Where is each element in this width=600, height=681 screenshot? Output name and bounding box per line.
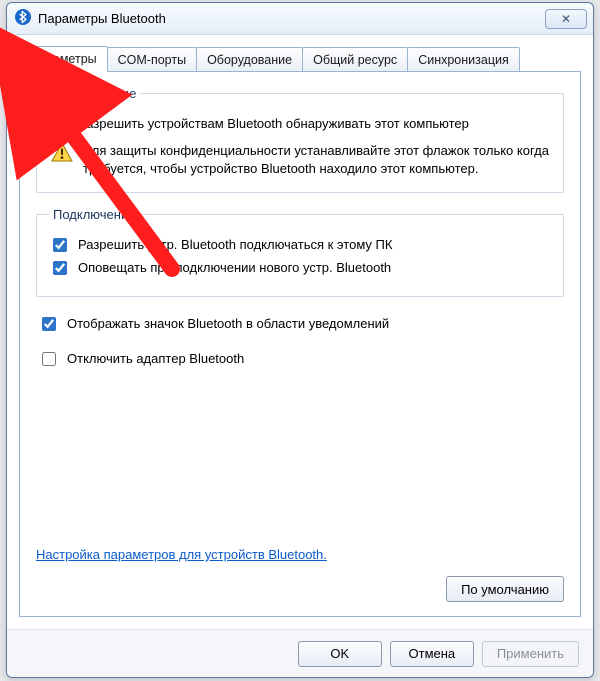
warning-icon (51, 142, 73, 165)
bluetooth-devices-settings-link[interactable]: Настройка параметров для устройств Bluet… (36, 547, 327, 562)
defaults-button[interactable]: По умолчанию (446, 576, 564, 602)
tab-page-params: Обнаружение Разрешить устройствам Blueto… (19, 71, 581, 617)
checkbox-allow-connect[interactable]: Разрешить устр. Bluetooth подключаться к… (49, 236, 551, 255)
discovery-warning: Для защиты конфиденциальности устанавлив… (51, 142, 551, 178)
tab-strip: Параметры COM-порты Оборудование Общий р… (19, 45, 581, 71)
titlebar: Параметры Bluetooth ✕ (7, 3, 593, 35)
checkbox-disable-adapter-input[interactable] (42, 352, 56, 366)
misc-options: Отображать значок Bluetooth в области ув… (36, 311, 564, 373)
group-connections-legend: Подключения (49, 207, 139, 222)
checkbox-notify-new[interactable]: Оповещать при подключении нового устр. B… (49, 259, 551, 278)
group-discovery: Обнаружение Разрешить устройствам Blueto… (36, 86, 564, 193)
settings-link-row: Настройка параметров для устройств Bluet… (36, 547, 564, 562)
checkbox-allow-connect-input[interactable] (53, 238, 67, 252)
checkbox-show-tray-icon-label: Отображать значок Bluetooth в области ув… (67, 315, 389, 333)
tab-com-ports[interactable]: COM-порты (107, 47, 197, 71)
group-connections: Подключения Разрешить устр. Bluetooth по… (36, 207, 564, 297)
apply-button[interactable]: Применить (482, 641, 579, 667)
dialog-button-bar: OK Отмена Применить (7, 629, 593, 677)
checkbox-notify-new-input[interactable] (53, 261, 67, 275)
checkbox-allow-discover[interactable]: Разрешить устройствам Bluetooth обнаружи… (49, 115, 551, 134)
checkbox-allow-discover-label: Разрешить устройствам Bluetooth обнаружи… (78, 115, 469, 133)
checkbox-allow-connect-label: Разрешить устр. Bluetooth подключаться к… (78, 236, 392, 254)
checkbox-disable-adapter-label: Отключить адаптер Bluetooth (67, 350, 244, 368)
tab-sync[interactable]: Синхронизация (407, 47, 520, 71)
group-discovery-legend: Обнаружение (49, 86, 140, 101)
checkbox-allow-discover-input[interactable] (53, 117, 67, 131)
close-icon: ✕ (561, 12, 571, 26)
client-area: Параметры COM-порты Оборудование Общий р… (7, 35, 593, 629)
bluetooth-settings-window: Параметры Bluetooth ✕ Параметры COM-порт… (6, 2, 594, 678)
checkbox-show-tray-icon-input[interactable] (42, 317, 56, 331)
tab-hardware[interactable]: Оборудование (196, 47, 303, 71)
close-button[interactable]: ✕ (545, 9, 587, 29)
bluetooth-icon (15, 9, 31, 28)
discovery-warning-text: Для защиты конфиденциальности устанавлив… (83, 142, 551, 178)
checkbox-show-tray-icon[interactable]: Отображать значок Bluetooth в области ув… (38, 315, 564, 334)
cancel-button[interactable]: Отмена (390, 641, 474, 667)
tab-params[interactable]: Параметры (19, 46, 108, 72)
checkbox-notify-new-label: Оповещать при подключении нового устр. B… (78, 259, 391, 277)
window-title: Параметры Bluetooth (38, 11, 166, 26)
ok-button[interactable]: OK (298, 641, 382, 667)
tab-sharing[interactable]: Общий ресурс (302, 47, 408, 71)
checkbox-disable-adapter[interactable]: Отключить адаптер Bluetooth (38, 350, 564, 369)
